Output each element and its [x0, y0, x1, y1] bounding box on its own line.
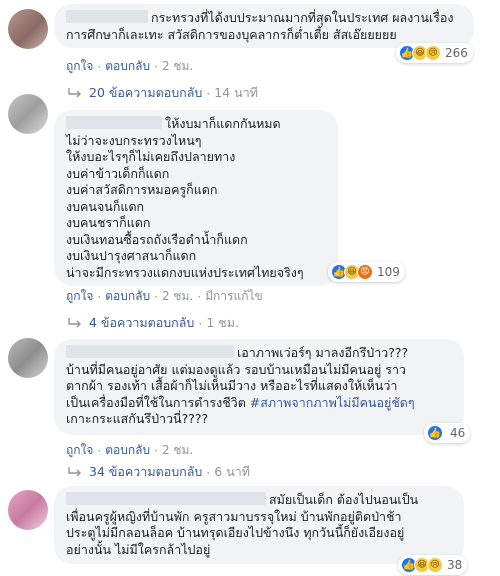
comment-text-line: งบคนชราก็แดก: [66, 215, 151, 230]
replies-count-label: 20 ข้อความตอบกลับ: [89, 85, 203, 100]
comment-text-line: งบเงินปารุงศาสนาก็แดก: [66, 248, 197, 263]
comment-text-line: งบคนจนก็แดก: [66, 198, 145, 214]
comment-text-line: งบเงินทอนซื้อรถถังเรือดำน้ำก็แดก: [66, 231, 248, 247]
replies-time: 14 นาที: [214, 85, 258, 100]
comment-text-line: ให้งบอะไรๆก็ไม่เคยถึงปลายทาง: [66, 149, 236, 164]
comment-actions: ถูกใจ · ตอบกลับ · 2 ชม.: [66, 441, 193, 460]
comment-text-line: เอาภาพเว่อร์ๆ มาลงอีกรึป่าว???: [237, 345, 409, 360]
sad-reaction-icon: 😢: [427, 557, 443, 573]
like-link[interactable]: ถูกใจ: [66, 57, 93, 76]
sad-reaction-icon: 😢: [425, 45, 441, 61]
comment-text-line: น่าจะมีกระทรวงแดกงบแห่งประเทศไทยจริงๆ: [66, 264, 304, 280]
reaction-summary[interactable]: 👍 😆 😢 38: [398, 555, 468, 575]
hashtag-link[interactable]: #สภาพจากภาพไม่มีคนอยู่ชัดๆ: [250, 395, 415, 410]
view-replies-link[interactable]: 4 ข้อความตอบกลับ · 1 ชม.: [68, 313, 239, 333]
replies-count-label: 4 ข้อความตอบกลับ: [89, 315, 195, 330]
comment-text-line: บ้านที่มีคนอยู่อาศัย แต่มองดูแล้ว รอบบ้า…: [66, 361, 407, 377]
avatar[interactable]: [8, 94, 48, 134]
comment-bubble: กระทรวงที่ได้งบประมาณมากที่สุดในประเทศ ผ…: [54, 4, 474, 48]
comment-bubble: ให้งบมาก็แดกกันหมด ไม่ว่าจะงบกระทรวงไหนๆ…: [54, 110, 338, 286]
like-link[interactable]: ถูกใจ: [66, 441, 93, 460]
edited-label[interactable]: มีการแก้ไข: [205, 287, 263, 306]
replies-time: 1 ชม.: [206, 315, 239, 330]
comment-actions: ถูกใจ · ตอบกลับ · 2 ชม.: [66, 57, 193, 76]
reply-link[interactable]: ตอบกลับ: [105, 441, 150, 460]
reaction-count: 109: [377, 265, 400, 279]
comment-text-line: งบค่าข้าวเด็กก็แดก: [66, 165, 170, 181]
reaction-summary[interactable]: 👍 46: [424, 423, 471, 443]
replies-time: 6 นาที: [214, 464, 251, 479]
comment-text-line: ประตูไม่มีกลอนล็อค บ้านทรุดเอียงไปข้างนึ…: [66, 525, 405, 540]
reply-arrow-icon: [68, 318, 81, 328]
comment-actions: ถูกใจ · ตอบกลับ · 2 ชม. · มีการแก้ไข: [66, 287, 263, 306]
comment-text-line: ให้งบมาก็แดกกันหมด: [165, 116, 281, 131]
comment-bubble: เอาภาพเว่อร์ๆ มาลงอีกรึป่าว??? บ้านที่มี…: [54, 339, 464, 435]
author-name-redacted[interactable]: [66, 492, 266, 505]
angry-reaction-icon: 😡: [357, 264, 373, 280]
comment-text-line: เกาะกระแสกันรึป่าวนี่????: [66, 411, 209, 426]
view-replies-link[interactable]: 34 ข้อความตอบกลับ · 6 นาที: [68, 462, 250, 482]
author-name-redacted[interactable]: [66, 345, 234, 358]
avatar[interactable]: [8, 490, 48, 530]
reaction-count: 266: [445, 46, 468, 60]
reaction-count: 46: [450, 426, 466, 440]
comment-text-line: เพื่อนครูผู้หญิงที่บ้านพัก ครูสาวมาบรรจุ…: [66, 508, 402, 524]
reaction-count: 38: [447, 558, 463, 572]
reply-arrow-icon: [68, 467, 81, 477]
author-name-redacted[interactable]: [66, 10, 148, 23]
author-name-redacted[interactable]: [66, 116, 162, 129]
timestamp[interactable]: 2 ชม.: [162, 57, 193, 76]
replies-count-label: 34 ข้อความตอบกลับ: [89, 464, 203, 479]
comment-text-line: กระทรวงที่ได้งบประมาณมากที่สุดในประเทศ ผ…: [151, 10, 454, 25]
comment-text-line: ตากผ้า รองเท้า เสื้อผ้าก็ไม่เห็นมีวาง หร…: [66, 378, 398, 393]
timestamp[interactable]: 2 ชม.: [162, 287, 193, 306]
avatar[interactable]: [8, 9, 48, 49]
reply-link[interactable]: ตอบกลับ: [105, 57, 150, 76]
comment-text-line: อย่างนั้น ไม่มีใครกล้าไปอยู่: [66, 541, 211, 557]
reply-arrow-icon: [68, 88, 81, 98]
like-link[interactable]: ถูกใจ: [66, 287, 93, 306]
reaction-summary[interactable]: 👍 😆 😡 109: [328, 262, 405, 282]
avatar[interactable]: [8, 338, 48, 378]
comment-text-line: เป็นเครื่องมือที่ใช้ในการดำรงชีวิต: [66, 394, 246, 410]
view-replies-link[interactable]: 20 ข้อความตอบกลับ · 14 นาที: [68, 83, 258, 103]
comment-text-line: สมัยเป็นเด็ก ต้องไปนอนเป็น: [269, 492, 419, 507]
comment-bubble: สมัยเป็นเด็ก ต้องไปนอนเป็น เพื่อนครูผู้ห…: [54, 486, 464, 564]
timestamp[interactable]: 2 ชม.: [162, 441, 193, 460]
comment-text-line: ไม่ว่าจะงบกระทรวงไหนๆ: [66, 132, 202, 148]
comment-text-line: งบค่าสวัสดิการหมอครูก็แดก: [66, 182, 218, 197]
reaction-summary[interactable]: 👍 😆 😢 266: [396, 43, 473, 63]
like-reaction-icon: 👍: [427, 425, 443, 441]
reply-link[interactable]: ตอบกลับ: [105, 287, 150, 306]
comment-text-line: การศึกษาก็เละเทะ สวัสดิการของบุคลากรก็ต่…: [66, 26, 397, 42]
